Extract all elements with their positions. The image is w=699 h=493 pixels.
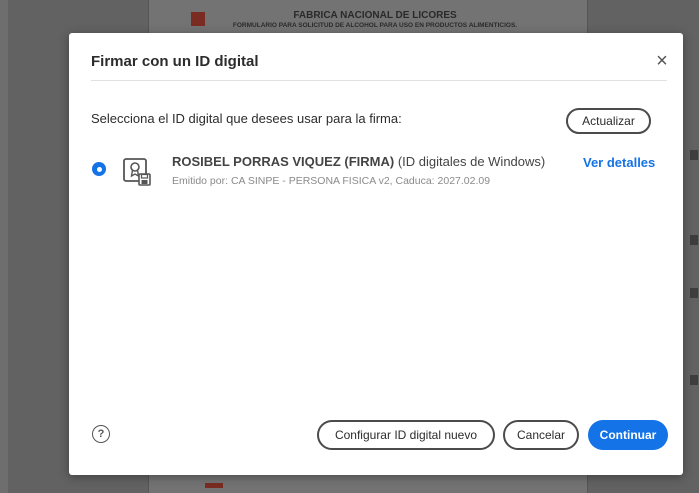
- certificate-icon: [123, 158, 151, 186]
- continue-button[interactable]: Continuar: [588, 420, 668, 450]
- close-icon[interactable]: ×: [652, 51, 672, 71]
- page-marker: [690, 375, 698, 385]
- help-icon[interactable]: ?: [92, 425, 110, 443]
- configure-new-id-button[interactable]: Configurar ID digital nuevo: [317, 420, 495, 450]
- id-name: ROSIBEL PORRAS VIQUEZ (FIRMA) (ID digita…: [172, 154, 545, 169]
- id-radio-selected[interactable]: [92, 162, 106, 176]
- id-source: (ID digitales de Windows): [397, 154, 546, 169]
- id-owner: ROSIBEL PORRAS VIQUEZ (FIRMA): [172, 154, 395, 169]
- page-marker: [690, 235, 698, 245]
- document-title: FABRICA NACIONAL DE LICORES: [293, 10, 457, 21]
- view-details-link[interactable]: Ver detalles: [583, 155, 655, 170]
- refresh-button[interactable]: Actualizar: [566, 108, 651, 134]
- document-footer-mark: [205, 483, 223, 488]
- sign-digital-id-dialog: Firmar con un ID digital × Selecciona el…: [69, 33, 683, 475]
- document-header: FABRICA NACIONAL DE LICORES FORMULARIO P…: [175, 10, 575, 29]
- id-issuer-expiry: Emitido por: CA SINPE - PERSONA FISICA v…: [172, 175, 491, 187]
- page-marker: [690, 150, 698, 160]
- title-divider: [91, 80, 667, 81]
- left-panel-strip: [0, 0, 8, 493]
- dialog-title: Firmar con un ID digital: [91, 53, 259, 70]
- document-subtitle: FORMULARIO PARA SOLICITUD DE ALCOHOL PAR…: [232, 22, 518, 29]
- cancel-button[interactable]: Cancelar: [503, 420, 579, 450]
- digital-id-item[interactable]: ROSIBEL PORRAS VIQUEZ (FIRMA) (ID digita…: [91, 151, 667, 199]
- page-marker: [690, 288, 698, 298]
- instruction-text: Selecciona el ID digital que desees usar…: [91, 111, 402, 126]
